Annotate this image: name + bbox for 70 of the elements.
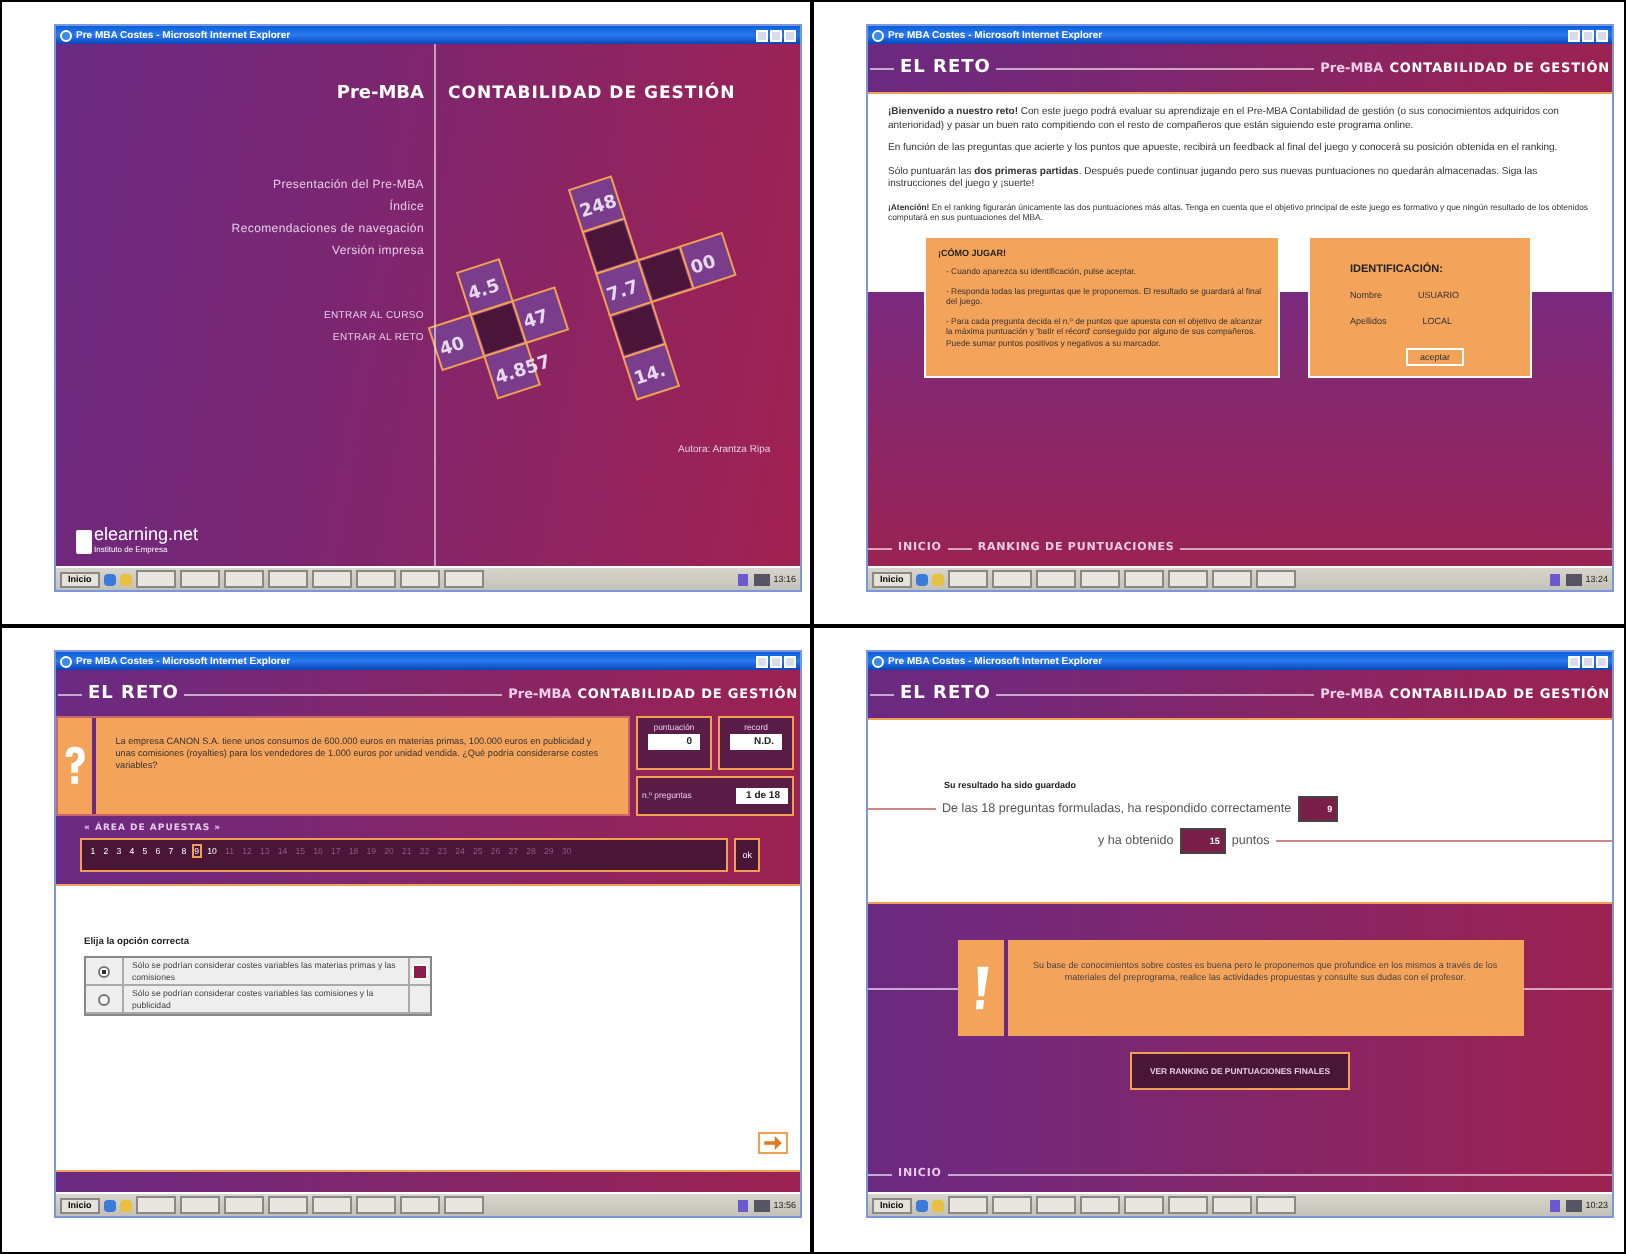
taskbar-button[interactable] (1079, 1196, 1120, 1214)
course-title: CONTABILIDAD DE GESTIÓN (448, 84, 738, 104)
crossword-number: 248 (577, 192, 620, 224)
taskbar-button[interactable] (1123, 570, 1164, 588)
taskbar-button[interactable] (399, 570, 440, 588)
minimize-button[interactable] (1568, 29, 1580, 41)
browser-icon (872, 655, 884, 667)
crossword-number: 4.5 (465, 276, 503, 306)
taskbar-button[interactable] (311, 1196, 352, 1214)
taskbar-button[interactable] (991, 570, 1032, 588)
radio-button[interactable] (98, 993, 110, 1006)
crossword-number: 40 (437, 334, 468, 362)
taskbar-button[interactable] (443, 570, 484, 588)
taskbar-button[interactable] (1123, 1196, 1164, 1214)
maximize-button[interactable] (1582, 655, 1594, 667)
tray-icon (1549, 1199, 1582, 1211)
logo-text: elearning.net (94, 524, 199, 544)
taskbar-button[interactable] (1211, 570, 1252, 588)
taskbar-button[interactable] (135, 1196, 176, 1214)
section-title: EL RETO (88, 684, 179, 704)
taskbar-button[interactable] (1167, 1196, 1208, 1214)
tray-icon (1549, 573, 1582, 585)
taskbar-button[interactable] (947, 1196, 988, 1214)
maximize-button[interactable] (770, 655, 782, 667)
logo-icon (76, 530, 92, 554)
taskbar-button[interactable] (1167, 570, 1208, 588)
tray-icon (737, 1199, 770, 1211)
taskbar-button[interactable] (267, 570, 308, 588)
crossword-number: 4.857 (493, 352, 554, 390)
taskbar-button[interactable] (1211, 1196, 1252, 1214)
taskbar-button[interactable] (1255, 1196, 1296, 1214)
taskbar-button[interactable] (355, 1196, 396, 1214)
taskbar-button[interactable] (1035, 570, 1076, 588)
taskbar-button[interactable] (135, 570, 176, 588)
next-arrow-button[interactable] (758, 1132, 788, 1154)
taskbar-button[interactable] (355, 570, 396, 588)
section-title: EL RETO (900, 58, 991, 78)
close-button[interactable] (1596, 29, 1608, 41)
section-title: EL RETO (900, 684, 991, 704)
taskbar-button[interactable] (443, 1196, 484, 1214)
taskbar-button[interactable] (991, 1196, 1032, 1214)
close-button[interactable] (1596, 655, 1608, 667)
maximize-button[interactable] (770, 29, 782, 41)
minimize-button[interactable] (756, 29, 768, 41)
taskbar-button[interactable] (267, 1196, 308, 1214)
minimize-button[interactable] (756, 655, 768, 667)
taskbar-button[interactable] (1255, 570, 1296, 588)
taskbar-button[interactable] (399, 1196, 440, 1214)
close-button[interactable] (784, 655, 796, 667)
browser-icon (872, 29, 884, 41)
taskbar-button[interactable] (223, 570, 264, 588)
taskbar-button[interactable] (223, 1196, 264, 1214)
maximize-button[interactable] (1582, 29, 1594, 41)
taskbar-button[interactable] (1079, 570, 1120, 588)
brand-title: Pre-MBA (336, 84, 424, 104)
taskbar-button[interactable] (947, 570, 988, 588)
tray-icon (737, 573, 770, 585)
crossword-number: 47 (521, 307, 552, 335)
close-button[interactable] (784, 29, 796, 41)
radio-button[interactable] (98, 965, 110, 978)
taskbar-button[interactable] (311, 570, 352, 588)
browser-icon (60, 29, 72, 41)
minimize-button[interactable] (1568, 655, 1580, 667)
crossword-number: 00 (688, 252, 719, 280)
crossword-number: 7.7 (605, 277, 642, 307)
taskbar-button[interactable] (1035, 1196, 1076, 1214)
browser-icon (60, 655, 72, 667)
taskbar-button[interactable] (179, 1196, 220, 1214)
crossword-number: 14. (632, 361, 669, 391)
taskbar-button[interactable] (179, 570, 220, 588)
